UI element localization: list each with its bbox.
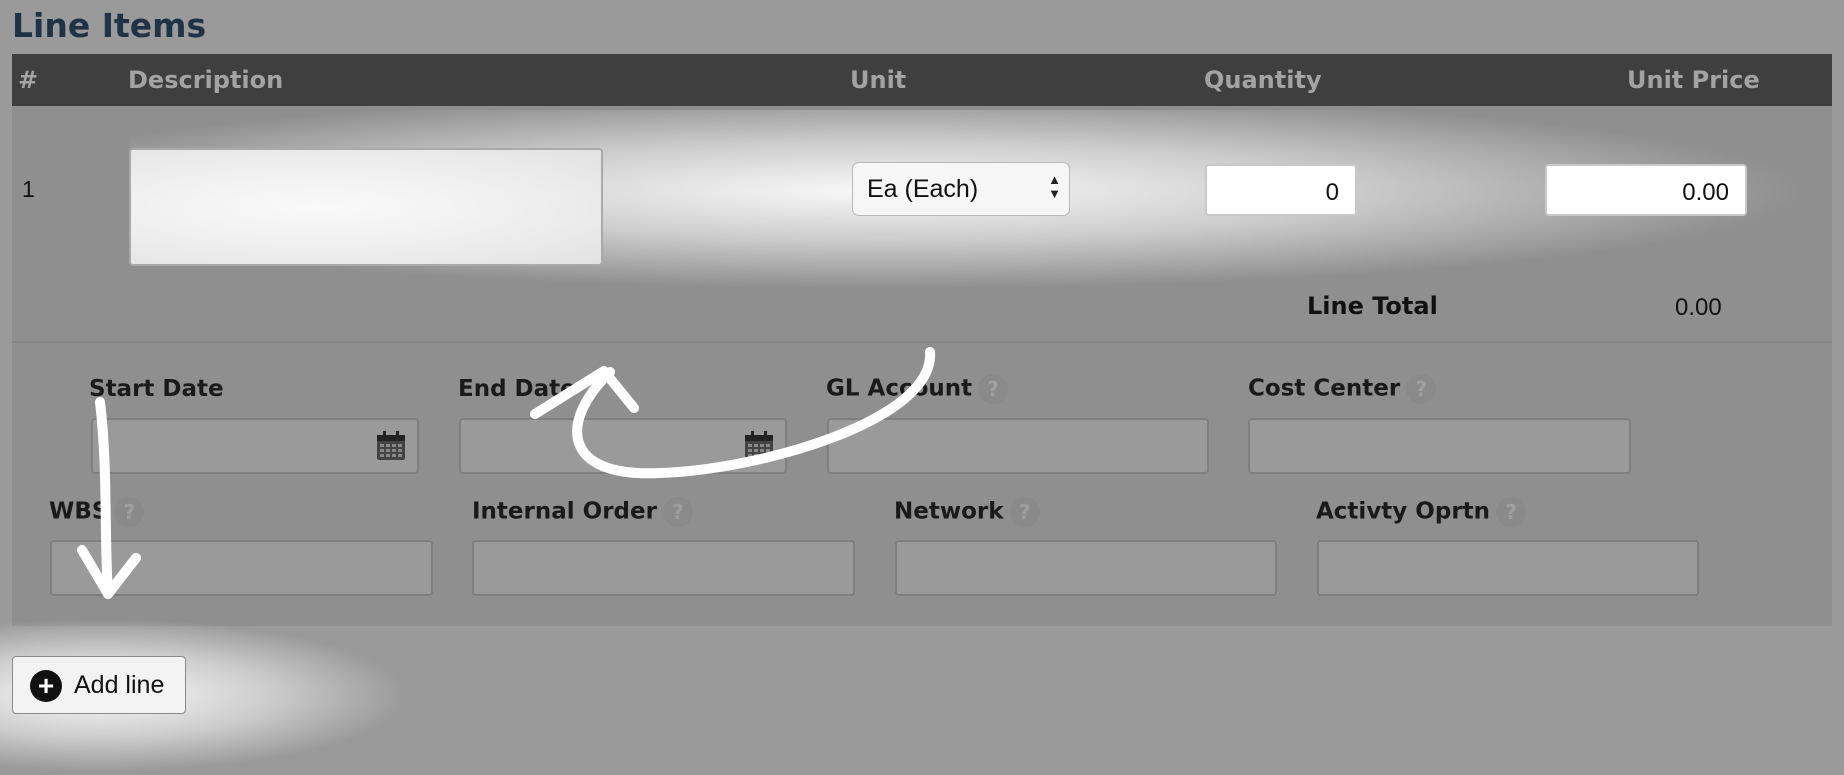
unit-price-input[interactable]: 0.00 — [1545, 164, 1747, 216]
gl-account-input[interactable] — [827, 418, 1209, 474]
divider — [12, 341, 1832, 343]
wbs-label: WBS? — [49, 497, 145, 527]
table-header: # Description Unit Quantity Unit Price — [12, 54, 1832, 106]
plus-circle-icon: + — [30, 670, 62, 702]
quantity-input[interactable]: 0 — [1205, 164, 1357, 216]
calendar-icon[interactable] — [743, 430, 775, 462]
help-icon[interactable]: ? — [1009, 497, 1040, 527]
help-icon[interactable]: ? — [1406, 374, 1437, 404]
description-textarea[interactable] — [129, 148, 603, 266]
cost-center-label: Cost Center? — [1248, 374, 1437, 404]
add-line-button[interactable]: + Add line — [12, 656, 186, 714]
add-line-label: Add line — [74, 671, 165, 699]
start-date-input[interactable] — [91, 418, 419, 474]
help-icon[interactable]: ? — [1496, 497, 1527, 527]
header-unit-price: Unit Price — [1627, 66, 1760, 94]
internal-order-input[interactable] — [472, 540, 855, 596]
end-date-input[interactable] — [459, 418, 787, 474]
help-icon[interactable]: ? — [662, 497, 693, 527]
header-quantity: Quantity — [1204, 66, 1322, 94]
line-total-label: Line Total — [1307, 292, 1438, 320]
network-input[interactable] — [895, 540, 1277, 596]
unit-select[interactable]: Ea (Each) ▲ ▼ — [852, 162, 1070, 216]
wbs-input[interactable] — [50, 540, 433, 596]
gl-account-label: GL Account? — [826, 374, 1009, 404]
internal-order-label: Internal Order? — [472, 497, 693, 527]
activity-oprtn-input[interactable] — [1317, 540, 1699, 596]
help-icon[interactable]: ? — [978, 374, 1009, 404]
end-date-label: End Date — [458, 376, 576, 402]
cost-center-input[interactable] — [1248, 418, 1631, 474]
line-total-value: 0.00 — [1675, 294, 1722, 321]
start-date-label: Start Date — [89, 376, 224, 402]
select-arrows-icon: ▲ ▼ — [1048, 172, 1061, 201]
unit-select-value: Ea (Each) — [867, 175, 979, 203]
header-unit: Unit — [850, 66, 907, 94]
header-number: # — [18, 66, 39, 94]
header-description: Description — [128, 66, 284, 94]
activity-oprtn-label: Activty Oprtn? — [1316, 497, 1527, 527]
calendar-icon[interactable] — [375, 430, 407, 462]
network-label: Network? — [894, 497, 1040, 527]
help-icon[interactable]: ? — [114, 497, 145, 527]
section-title: Line Items — [12, 6, 207, 45]
row-number: 1 — [22, 176, 35, 202]
